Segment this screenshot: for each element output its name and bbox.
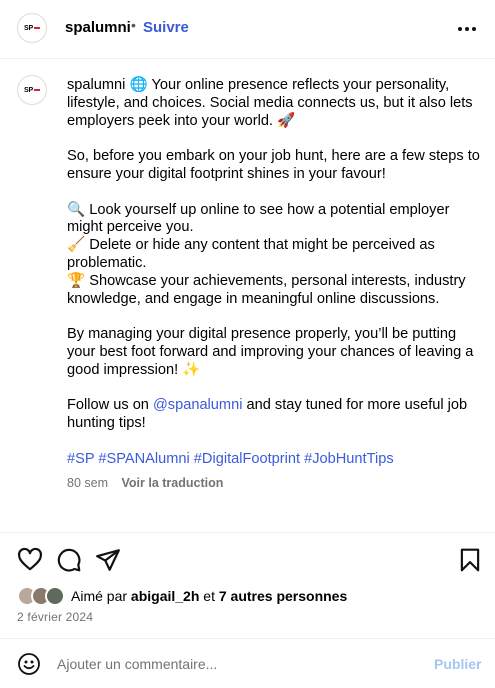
caption-paragraph-1: spalumni 🌐 Your online presence reflects… <box>67 77 482 130</box>
comment-bar: Publier <box>0 638 495 688</box>
likes-others-link[interactable]: 7 autres personnes <box>219 588 347 604</box>
bookmark-icon[interactable] <box>457 547 483 573</box>
header-username[interactable]: spalumni <box>65 19 131 36</box>
liker-username[interactable]: abigail_2h <box>131 588 199 604</box>
caption-steps: 🔍 Look yourself up online to see how a p… <box>67 202 482 309</box>
caption-step-2: 🧹 Delete or hide any content that might … <box>67 237 435 271</box>
liker-avatars[interactable] <box>17 586 65 606</box>
post-header: SP spalumni • Suivre <box>0 0 495 59</box>
post-caption: spalumni 🌐 Your online presence reflects… <box>67 77 482 486</box>
publish-button[interactable]: Publier <box>434 656 481 672</box>
caption-avatar[interactable]: SP <box>17 75 47 105</box>
mention-link[interactable]: @spanalumni <box>153 397 242 413</box>
caption-step-3: 🏆 Showcase your achievements, personal i… <box>67 272 466 307</box>
send-icon[interactable] <box>95 547 121 573</box>
more-options-icon[interactable] <box>458 22 480 36</box>
caption-paragraph-4: By managing your digital presence proper… <box>67 326 474 378</box>
caption-step-1: 🔍 Look yourself up online to see how a p… <box>67 201 450 236</box>
caption-username[interactable]: spalumni <box>67 77 125 93</box>
comment-input[interactable] <box>57 653 417 675</box>
post-date: 2 février 2024 <box>17 610 94 624</box>
sp-logo: SP <box>24 25 40 32</box>
hashtags[interactable]: #SP #SPANAlumni #DigitalFootprint #JobHu… <box>67 451 482 469</box>
sp-logo: SP <box>24 87 40 94</box>
profile-avatar[interactable]: SP <box>17 13 47 43</box>
action-bar <box>0 532 495 584</box>
caption-text: Your online presence reflects your perso… <box>67 77 473 129</box>
heart-icon[interactable] <box>17 547 43 573</box>
globe-icon: 🌐 <box>129 77 148 93</box>
avatar <box>45 586 65 606</box>
follow-button[interactable]: Suivre <box>143 19 189 36</box>
caption-paragraph-2: So, before you embark on your job hunt, … <box>67 148 480 182</box>
header-separator: • <box>131 17 136 33</box>
caption-meta: 80 sem Voir la traduction <box>67 476 223 490</box>
caption-follow-line: Follow us on @spanalumni and stay tuned … <box>67 397 468 432</box>
emoji-icon[interactable] <box>17 652 41 676</box>
translate-link[interactable]: Voir la traduction <box>121 476 223 490</box>
post-age: 80 sem <box>67 476 108 490</box>
likes-summary: Aimé par abigail_2h et 7 autres personne… <box>17 586 347 606</box>
comment-icon[interactable] <box>56 547 82 573</box>
